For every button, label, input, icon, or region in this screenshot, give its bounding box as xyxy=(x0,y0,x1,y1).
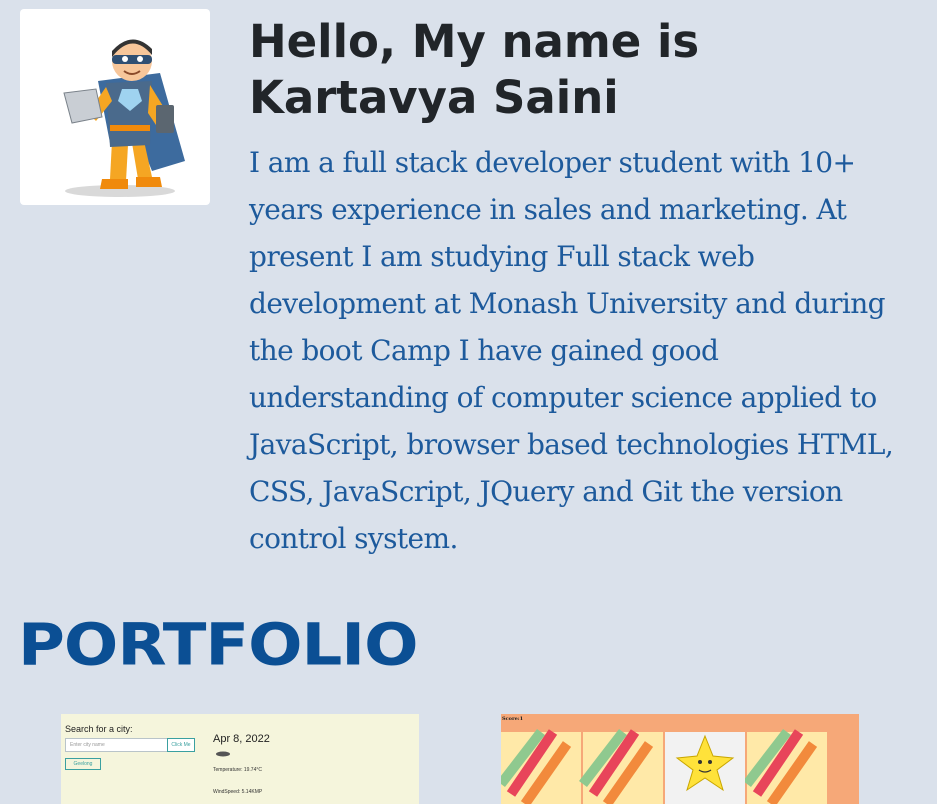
search-label: Search for a city: xyxy=(65,724,133,734)
game-background-stripes xyxy=(501,728,827,804)
score-label: Score:1 xyxy=(502,716,524,722)
temperature-text: Temperature: 19.74°C xyxy=(213,767,262,773)
search-button: Click Me xyxy=(167,738,195,752)
history-item: Geelong xyxy=(65,758,101,770)
intro-text: I am a full stack developer student with… xyxy=(249,146,894,555)
project-thumbnail-weather[interactable]: Search for a city: Enter city name Click… xyxy=(61,714,419,804)
forecast-date: Apr 8, 2022 xyxy=(213,733,270,745)
superhero-avatar-icon xyxy=(63,39,185,197)
portfolio-heading: PORTFOLIO xyxy=(18,612,418,680)
avatar-card xyxy=(20,9,210,205)
cloud-icon xyxy=(216,751,230,757)
intro-title: Hello, My name is Kartavya Saini xyxy=(249,15,700,124)
city-search-input: Enter city name xyxy=(65,738,171,752)
project-thumbnail-game[interactable]: Score:1 xyxy=(501,714,859,804)
